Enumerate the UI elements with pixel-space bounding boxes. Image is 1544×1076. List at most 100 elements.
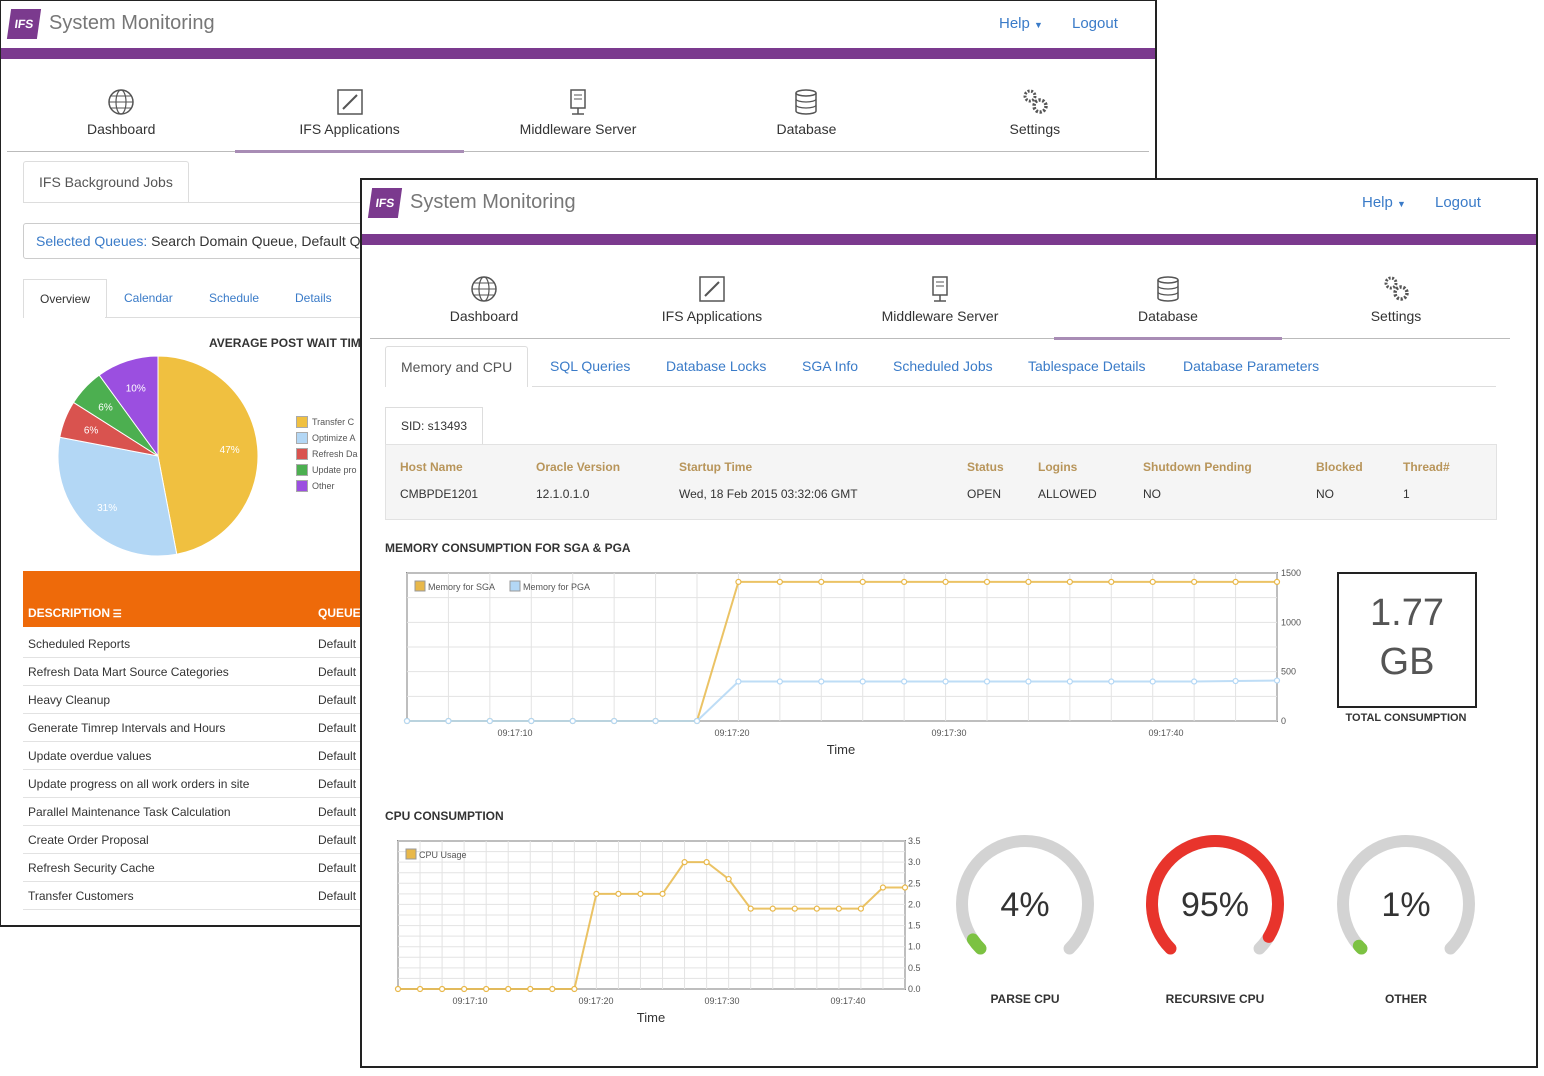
subtab-sql-queries[interactable]: SQL Queries	[550, 358, 630, 374]
subtab-database-parameters[interactable]: Database Parameters	[1183, 358, 1319, 374]
data-point[interactable]	[611, 717, 618, 725]
table-row[interactable]: Heavy Cleanup Default	[23, 685, 363, 714]
data-point[interactable]	[461, 985, 468, 993]
logout-link[interactable]: Logout	[1435, 194, 1481, 211]
pie-slice[interactable]	[157, 355, 259, 555]
data-point[interactable]	[791, 905, 798, 912]
subtab-sga-info[interactable]: SGA Info	[802, 358, 858, 374]
data-point[interactable]	[416, 985, 424, 993]
nav-item-middleware-server[interactable]: Middleware Server	[464, 81, 692, 151]
data-point[interactable]	[1066, 678, 1073, 685]
data-point[interactable]	[1149, 578, 1156, 585]
tab-details[interactable]: Details	[295, 291, 332, 305]
tab-calendar[interactable]: Calendar	[124, 291, 173, 305]
table-row[interactable]: Update overdue values Default	[23, 741, 363, 770]
nav-item-database[interactable]: Database	[1054, 268, 1282, 340]
data-point[interactable]	[1273, 677, 1281, 684]
data-point[interactable]	[879, 884, 887, 891]
table-row[interactable]: Transfer Customers Default	[23, 881, 363, 910]
data-point[interactable]	[445, 717, 452, 725]
data-point[interactable]	[983, 578, 991, 585]
data-point[interactable]	[1108, 578, 1115, 585]
nav-item-dashboard[interactable]: Dashboard	[7, 81, 235, 151]
data-point[interactable]	[776, 678, 783, 685]
data-point[interactable]	[528, 717, 535, 725]
data-point[interactable]	[901, 678, 908, 685]
tab-schedule[interactable]: Schedule	[209, 291, 259, 305]
data-point[interactable]	[983, 678, 991, 685]
help-menu[interactable]: Help ▼	[999, 15, 1043, 32]
tab-overview[interactable]: Overview	[23, 279, 107, 318]
data-point[interactable]	[486, 717, 493, 725]
help-menu[interactable]: Help ▼	[1362, 194, 1406, 211]
legend-item[interactable]: Optimize A	[296, 430, 358, 446]
nav-item-ifs-applications[interactable]: IFS Applications	[235, 81, 465, 153]
data-point[interactable]	[835, 905, 842, 912]
data-point[interactable]	[403, 717, 411, 725]
data-point[interactable]	[438, 985, 446, 993]
logout-link[interactable]: Logout	[1072, 15, 1118, 32]
col-description[interactable]: DESCRIPTION ☰	[28, 606, 122, 620]
data-point[interactable]	[747, 905, 754, 912]
nav-item-middleware-server[interactable]: Middleware Server	[826, 268, 1054, 338]
legend-item[interactable]: Other	[296, 478, 358, 494]
data-point[interactable]	[549, 985, 556, 993]
col-queue[interactable]: QUEUE	[318, 606, 361, 620]
subtab-scheduled-jobs[interactable]: Scheduled Jobs	[893, 358, 993, 374]
data-point[interactable]	[813, 905, 820, 912]
data-point[interactable]	[1025, 578, 1032, 585]
data-point[interactable]	[859, 578, 866, 585]
legend-item[interactable]: Refresh Da	[296, 446, 358, 462]
data-point[interactable]	[693, 717, 701, 725]
data-point[interactable]	[527, 985, 534, 993]
legend-item[interactable]: Update pro	[296, 462, 358, 478]
table-row[interactable]: Refresh Security Cache Default	[23, 853, 363, 882]
data-point[interactable]	[1191, 678, 1198, 685]
nav-item-dashboard[interactable]: Dashboard	[370, 268, 598, 338]
data-point[interactable]	[483, 985, 490, 993]
data-point[interactable]	[942, 578, 949, 585]
legend-item[interactable]: Transfer C	[296, 414, 358, 430]
data-point[interactable]	[859, 678, 866, 685]
data-point[interactable]	[818, 578, 825, 585]
data-point[interactable]	[901, 578, 908, 585]
data-point[interactable]	[615, 890, 622, 897]
data-point[interactable]	[1108, 678, 1115, 685]
data-point[interactable]	[394, 985, 402, 993]
sid-tab[interactable]: SID: s13493	[385, 407, 483, 445]
table-row[interactable]: Generate Timrep Intervals and Hours Defau…	[23, 713, 363, 742]
nav-item-ifs-applications[interactable]: IFS Applications	[598, 268, 826, 338]
nav-item-database[interactable]: Database	[692, 81, 920, 151]
subtab-memory-and-cpu[interactable]: Memory and CPU	[385, 346, 529, 387]
data-point[interactable]	[735, 578, 742, 585]
data-point[interactable]	[593, 890, 600, 897]
table-row[interactable]: Update progress on all work orders in si…	[23, 769, 363, 798]
subtab-database-locks[interactable]: Database Locks	[666, 358, 766, 374]
table-row[interactable]: Scheduled Reports Default	[23, 629, 363, 658]
data-point[interactable]	[652, 717, 659, 725]
data-point[interactable]	[942, 678, 949, 685]
tab-ifs-background-jobs[interactable]: IFS Background Jobs	[23, 161, 189, 202]
data-point[interactable]	[571, 985, 578, 993]
table-row[interactable]: Create Order Proposal Default	[23, 825, 363, 854]
data-point[interactable]	[1066, 578, 1073, 585]
data-point[interactable]	[1232, 578, 1239, 585]
table-row[interactable]: Parallel Maintenance Task Calculation Def…	[23, 797, 363, 826]
data-point[interactable]	[776, 578, 783, 585]
data-point[interactable]	[1025, 678, 1032, 685]
data-point[interactable]	[569, 717, 576, 725]
ifs-logo[interactable]: IFS	[367, 188, 403, 218]
data-point[interactable]	[901, 884, 909, 891]
nav-item-settings[interactable]: Settings	[921, 81, 1149, 151]
data-point[interactable]	[1273, 578, 1281, 585]
data-point[interactable]	[857, 905, 865, 912]
data-point[interactable]	[681, 859, 688, 866]
data-point[interactable]	[637, 890, 644, 897]
data-point[interactable]	[1191, 578, 1198, 585]
data-point[interactable]	[769, 905, 776, 912]
nav-item-settings[interactable]: Settings	[1282, 268, 1510, 338]
data-point[interactable]	[725, 875, 732, 883]
ifs-logo[interactable]: IFS	[6, 9, 42, 39]
subtab-tablespace-details[interactable]: Tablespace Details	[1028, 358, 1146, 374]
data-point[interactable]	[659, 890, 666, 897]
